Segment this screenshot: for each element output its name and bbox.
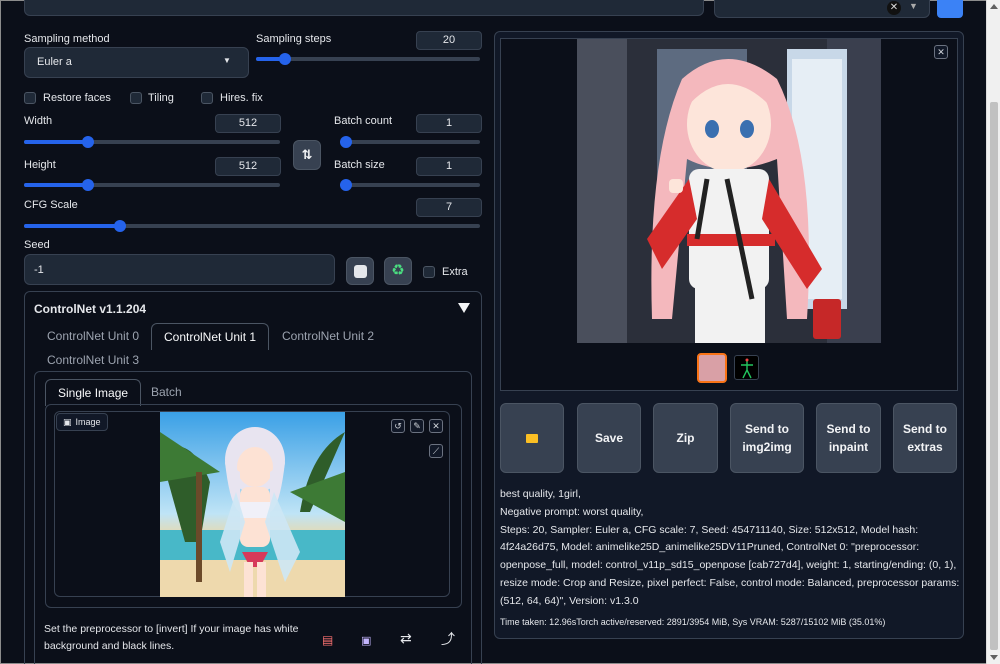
camera-icon[interactable]: ▣ bbox=[361, 634, 371, 647]
save-button[interactable]: Save bbox=[577, 403, 641, 473]
controlnet-title[interactable]: ControlNet v1.1.204 bbox=[34, 302, 146, 316]
random-seed-button[interactable] bbox=[346, 257, 374, 285]
batch-size-input[interactable]: 1 bbox=[416, 157, 482, 176]
batch-size-label: Batch size bbox=[334, 159, 385, 171]
height-input[interactable]: 512 bbox=[215, 157, 281, 176]
zip-button[interactable]: Zip bbox=[653, 403, 718, 473]
send-to-img2img-button[interactable]: Send to img2img bbox=[730, 403, 804, 473]
height-label: Height bbox=[24, 159, 56, 171]
controlnet-hint-text: Set the preprocessor to [invert] If your… bbox=[44, 623, 299, 652]
swap-arrows-icon[interactable]: ⇄ bbox=[400, 630, 412, 647]
undo-icon[interactable]: ↺ bbox=[391, 419, 405, 433]
close-gallery-icon[interactable]: ✕ bbox=[934, 45, 948, 59]
sampling-method-value: Euler a bbox=[37, 56, 72, 68]
tab-single-image[interactable]: Single Image bbox=[45, 379, 142, 406]
generation-info: best quality, 1girl, Negative prompt: wo… bbox=[500, 486, 960, 611]
dice-icon bbox=[353, 264, 367, 278]
batch-count-label: Batch count bbox=[334, 115, 393, 127]
pose-skeleton-icon bbox=[741, 358, 753, 379]
folder-icon bbox=[526, 433, 538, 443]
image-badge: ▣ Image bbox=[56, 413, 108, 431]
batch-count-input[interactable]: 1 bbox=[416, 114, 482, 133]
send-to-extras-button[interactable]: Send to extras bbox=[893, 403, 957, 473]
scroll-down-arrow-icon[interactable] bbox=[990, 655, 998, 660]
sampling-method-select[interactable]: Euler a ▼ bbox=[24, 47, 249, 78]
info-prompt: best quality, 1girl, bbox=[500, 488, 581, 500]
restore-faces-label: Restore faces bbox=[43, 92, 111, 104]
controlnet-input-image[interactable] bbox=[160, 412, 345, 597]
dropdown-caret-icon: ▼ bbox=[223, 56, 231, 65]
collapse-triangle-icon[interactable] bbox=[458, 303, 470, 313]
generated-image[interactable] bbox=[577, 39, 881, 343]
time-taken-text: Time taken: 12.96sTorch active/reserved:… bbox=[500, 617, 886, 627]
recycle-icon: ♻ bbox=[391, 262, 405, 279]
clear-icon[interactable]: ✕ bbox=[887, 1, 901, 15]
send-to-inpaint-button[interactable]: Send to inpaint bbox=[816, 403, 881, 473]
send-dimensions-icon[interactable]: ⤴ bbox=[441, 629, 455, 649]
cfg-scale-label: CFG Scale bbox=[24, 199, 78, 211]
hires-fix-label: Hires. fix bbox=[220, 92, 263, 104]
hires-fix-checkbox[interactable] bbox=[201, 92, 213, 104]
seed-input[interactable]: -1 bbox=[24, 254, 335, 285]
tab-batch[interactable]: Batch bbox=[151, 385, 182, 399]
thumbnail-selected[interactable] bbox=[697, 353, 727, 383]
tab-controlnet-unit-3[interactable]: ControlNet Unit 3 bbox=[47, 353, 139, 367]
generated-girl-illustration bbox=[577, 39, 881, 343]
seed-value: -1 bbox=[34, 264, 44, 276]
brush-icon[interactable]: ⟋ bbox=[429, 444, 443, 458]
thumbnail-openpose[interactable] bbox=[734, 355, 759, 380]
info-parameters: Steps: 20, Sampler: Euler a, CFG scale: … bbox=[500, 523, 960, 607]
refresh-button-partial[interactable] bbox=[937, 0, 963, 18]
tab-controlnet-unit-2[interactable]: ControlNet Unit 2 bbox=[282, 329, 374, 343]
open-folder-button[interactable] bbox=[500, 403, 564, 473]
swap-vertical-icon: ⇅ bbox=[301, 147, 313, 162]
batch-count-slider[interactable] bbox=[340, 136, 480, 148]
batch-size-slider[interactable] bbox=[340, 179, 480, 191]
image-icon: ▣ bbox=[63, 417, 72, 427]
style-dropdown-partial[interactable]: ✕ ▼ bbox=[714, 0, 930, 18]
tiling-checkbox[interactable] bbox=[130, 92, 142, 104]
extra-seed-label: Extra bbox=[442, 266, 468, 278]
sampling-steps-slider[interactable] bbox=[256, 53, 480, 65]
sampling-steps-input[interactable]: 20 bbox=[416, 31, 482, 50]
width-input[interactable]: 512 bbox=[215, 114, 281, 133]
page-scrollbar[interactable] bbox=[986, 0, 1000, 664]
prompt-area-partial[interactable] bbox=[24, 0, 704, 16]
extra-seed-checkbox[interactable] bbox=[423, 266, 435, 278]
sampling-method-label: Sampling method bbox=[24, 33, 110, 45]
eraser-icon[interactable]: ✎ bbox=[410, 419, 424, 433]
sampling-steps-label: Sampling steps bbox=[256, 33, 332, 45]
cfg-scale-input[interactable]: 7 bbox=[416, 198, 482, 217]
restore-faces-checkbox[interactable] bbox=[24, 92, 36, 104]
scrollbar-thumb[interactable] bbox=[990, 102, 998, 650]
height-slider[interactable] bbox=[24, 179, 280, 191]
close-image-icon[interactable]: ✕ bbox=[429, 419, 443, 433]
width-slider[interactable] bbox=[24, 136, 280, 148]
tab-controlnet-unit-0[interactable]: ControlNet Unit 0 bbox=[47, 329, 139, 343]
width-label: Width bbox=[24, 115, 53, 127]
chevron-down-icon: ▼ bbox=[909, 1, 918, 11]
tiling-label: Tiling bbox=[148, 92, 174, 104]
tab-controlnet-unit-1[interactable]: ControlNet Unit 1 bbox=[151, 323, 270, 350]
seed-label: Seed bbox=[24, 239, 50, 251]
cfg-scale-slider[interactable] bbox=[24, 220, 480, 232]
scroll-up-arrow-icon[interactable] bbox=[990, 4, 998, 9]
open-new-canvas-icon[interactable]: ▤ bbox=[322, 633, 333, 647]
image-badge-label: Image bbox=[75, 417, 101, 427]
reuse-seed-button[interactable]: ♻ bbox=[384, 257, 412, 285]
info-negative-prompt: Negative prompt: worst quality, bbox=[500, 505, 644, 518]
beach-girl-illustration bbox=[160, 412, 345, 597]
swap-dimensions-button[interactable]: ⇅ bbox=[293, 140, 321, 170]
